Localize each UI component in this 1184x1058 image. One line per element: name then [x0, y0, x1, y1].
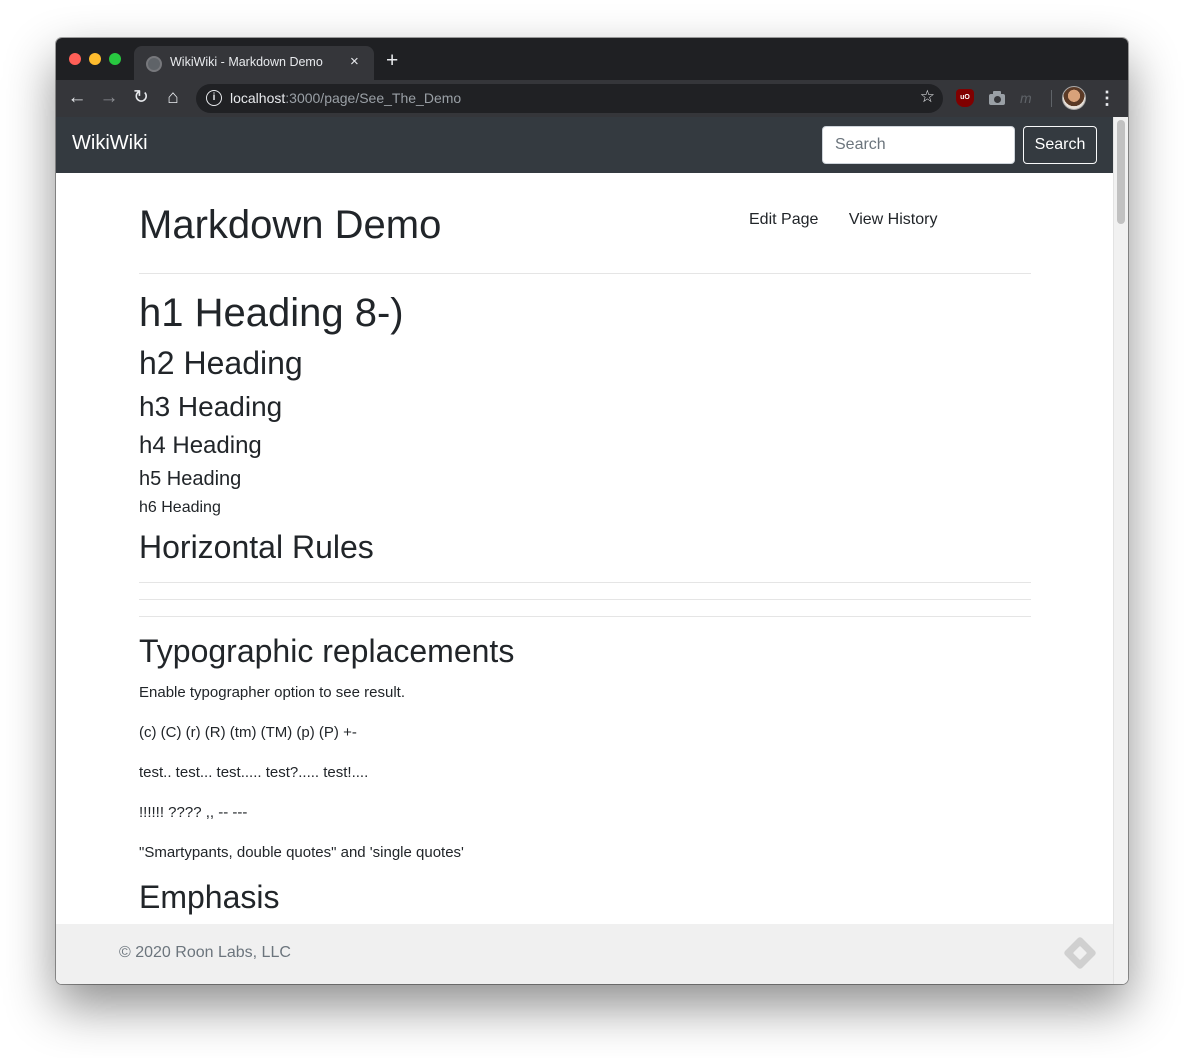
profile-avatar[interactable] — [1062, 86, 1086, 110]
paragraph: Enable typographer option to see result. — [139, 684, 406, 701]
page-title: Markdown Demo — [139, 203, 442, 247]
m-extension-icon[interactable]: m — [1020, 89, 1038, 107]
info-icon[interactable]: i — [206, 90, 222, 106]
heading-h1: h1 Heading 8-) — [139, 291, 404, 335]
camera-icon[interactable] — [988, 89, 1006, 107]
site-footer: © 2020 Roon Labs, LLC — [56, 924, 1113, 984]
view-history-link[interactable]: View History — [849, 211, 938, 228]
browser-toolbar: ← → ↻ ⌂ i localhost:3000/page/See_The_De… — [56, 80, 1128, 117]
search-button[interactable]: Search — [1023, 126, 1097, 164]
title-divider — [139, 273, 1031, 274]
close-window-button[interactable] — [69, 53, 81, 65]
tab-active[interactable]: WikiWiki - Markdown Demo × — [134, 46, 374, 80]
globe-icon — [146, 56, 162, 72]
url-text[interactable]: localhost:3000/page/See_The_Demo — [230, 90, 461, 106]
page-scrollbar[interactable] — [1113, 117, 1128, 984]
bookmark-star-icon[interactable]: ☆ — [920, 87, 935, 107]
menu-kebab-icon[interactable]: ⋮ — [1098, 86, 1116, 110]
maximize-window-button[interactable] — [109, 53, 121, 65]
minimize-window-button[interactable] — [89, 53, 101, 65]
back-icon[interactable]: ← — [65, 86, 89, 110]
forward-icon[interactable]: → — [97, 86, 121, 110]
site-brand[interactable]: WikiWiki — [72, 132, 148, 155]
search-input[interactable] — [822, 126, 1015, 164]
paragraph: "Smartypants, double quotes" and 'single… — [139, 844, 464, 861]
url-path: :3000/page/See_The_Demo — [285, 90, 462, 106]
paragraph: (c) (C) (r) (R) (tm) (TM) (p) (P) +- — [139, 724, 357, 741]
paragraph: !!!!!! ???? ,, -- --- — [139, 804, 248, 821]
heading-h2: h2 Heading — [139, 345, 303, 381]
scrollbar-thumb[interactable] — [1117, 120, 1125, 224]
toolbar-divider — [1051, 90, 1052, 107]
feather-logo-icon — [1063, 936, 1097, 970]
heading-typographic: Typographic replacements — [139, 633, 515, 669]
home-icon[interactable]: ⌂ — [161, 86, 185, 110]
heading-h4: h4 Heading — [139, 432, 262, 459]
horizontal-rule — [139, 582, 1031, 583]
tab-strip: WikiWiki - Markdown Demo × + — [56, 38, 1128, 80]
paragraph: test.. test... test..... test?..... test… — [139, 764, 369, 781]
browser-window: WikiWiki - Markdown Demo × + ← → ↻ ⌂ i l… — [56, 38, 1128, 984]
heading-horizontal-rules: Horizontal Rules — [139, 529, 374, 565]
heading-h3: h3 Heading — [139, 391, 283, 422]
site-navbar: WikiWiki Search — [56, 117, 1113, 173]
horizontal-rule — [139, 599, 1031, 600]
edit-page-link[interactable]: Edit Page — [749, 211, 818, 228]
address-bar[interactable]: i localhost:3000/page/See_The_Demo ☆ — [196, 84, 943, 113]
heading-h6: h6 Heading — [139, 499, 221, 516]
heading-emphasis: Emphasis — [139, 879, 280, 915]
page-actions: Edit Page View History — [749, 211, 963, 229]
reload-icon[interactable]: ↻ — [129, 86, 153, 110]
url-host: localhost — [230, 90, 286, 106]
tab-title: WikiWiki - Markdown Demo — [170, 55, 323, 69]
heading-h5: h5 Heading — [139, 468, 242, 490]
close-tab-icon[interactable]: × — [350, 52, 359, 72]
page-viewport: WikiWiki Search Markdown Demo Edit Page … — [56, 117, 1128, 984]
new-tab-icon[interactable]: + — [386, 50, 398, 72]
ublock-origin-icon[interactable]: uO — [956, 89, 974, 107]
horizontal-rule — [139, 616, 1031, 617]
footer-copyright: © 2020 Roon Labs, LLC — [119, 944, 291, 961]
